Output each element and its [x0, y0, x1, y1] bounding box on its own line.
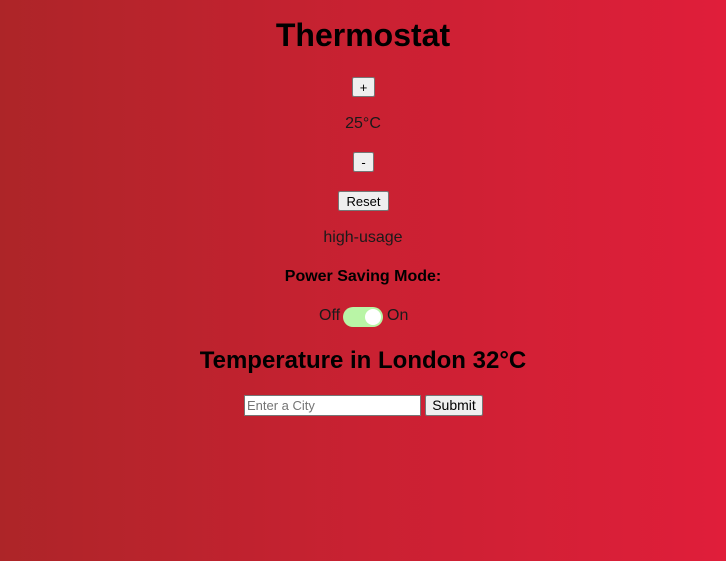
- city-input[interactable]: [244, 395, 421, 416]
- page-title: Thermostat: [275, 17, 451, 53]
- temperature-display: 25°C: [345, 115, 381, 132]
- toggle-knob: [365, 309, 381, 325]
- toggle-off-label: Off: [319, 307, 341, 324]
- city-temperature-heading: Temperature in London 32°C: [199, 347, 527, 374]
- power-saving-toggle-row: Off On: [0, 305, 726, 327]
- toggle-on-label: On: [387, 307, 409, 324]
- thermostat-page: Thermostat + 25°C - Reset high-usage Pow…: [0, 0, 726, 561]
- energy-usage-status: high-usage: [323, 229, 403, 246]
- submit-button[interactable]: Submit: [425, 395, 483, 416]
- power-saving-toggle[interactable]: [343, 307, 383, 327]
- reset-button[interactable]: Reset: [338, 191, 389, 211]
- power-saving-mode-label: Power Saving Mode:: [284, 268, 442, 285]
- decrease-temperature-button[interactable]: -: [353, 152, 374, 172]
- increase-temperature-button[interactable]: +: [352, 77, 375, 97]
